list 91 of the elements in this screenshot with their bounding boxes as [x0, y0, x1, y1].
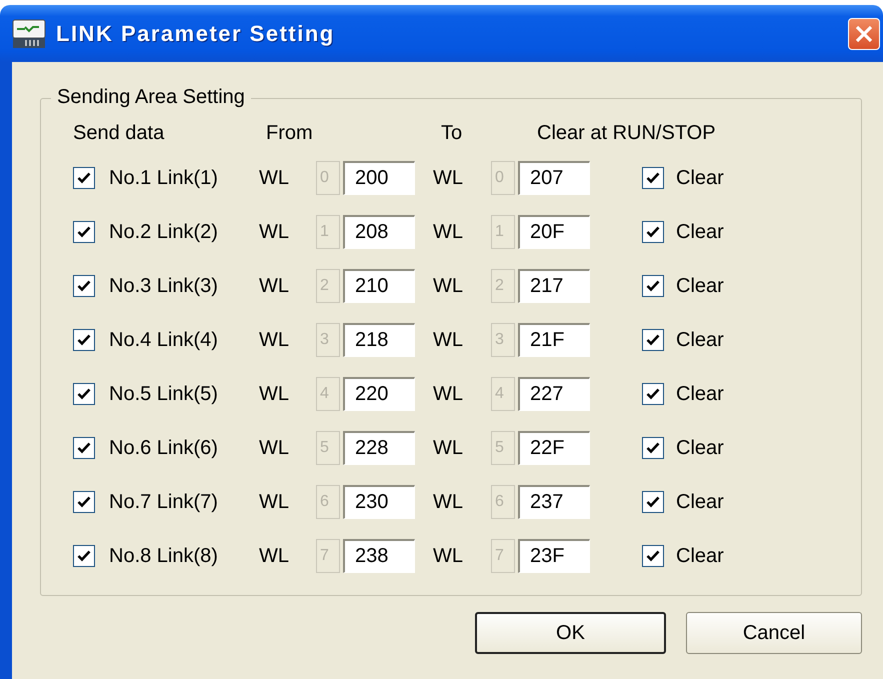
checkmark-icon	[76, 548, 92, 564]
checkbox[interactable]	[73, 545, 95, 567]
checkbox[interactable]	[642, 437, 664, 459]
address-field[interactable]: 207	[518, 161, 590, 195]
prefix-label: WL	[433, 436, 463, 460]
address-field[interactable]: 208	[343, 215, 415, 249]
group-title: Sending Area Setting	[51, 86, 251, 109]
address-field[interactable]: 217	[518, 269, 590, 303]
checkmark-icon	[76, 332, 92, 348]
checkbox-label: No.5 Link(5)	[109, 382, 218, 406]
checkbox[interactable]	[642, 491, 664, 513]
column-header: Clear at RUN/STOP	[537, 121, 716, 146]
checkbox-label: Clear	[676, 328, 724, 352]
checkbox[interactable]	[73, 491, 95, 513]
checkbox[interactable]	[642, 167, 664, 189]
prefix-label: WL	[259, 166, 289, 190]
checkmark-icon	[645, 332, 661, 348]
checkbox[interactable]	[73, 383, 95, 405]
checkbox[interactable]	[642, 329, 664, 351]
checkbox-label: Clear	[676, 220, 724, 244]
checkbox[interactable]	[73, 167, 95, 189]
prefix-label: WL	[433, 490, 463, 514]
address-field[interactable]: 220	[343, 377, 415, 411]
prefix-label: WL	[259, 220, 289, 244]
close-button[interactable]	[848, 18, 880, 50]
checkbox[interactable]	[73, 275, 95, 297]
checkbox[interactable]	[73, 437, 95, 459]
close-icon	[853, 23, 875, 45]
address-field[interactable]: 200	[343, 161, 415, 195]
checkbox-label: No.4 Link(4)	[109, 328, 218, 352]
checkmark-icon	[76, 494, 92, 510]
checkbox-label: No.6 Link(6)	[109, 436, 218, 460]
prefix-label: WL	[433, 166, 463, 190]
checkmark-icon	[645, 440, 661, 456]
checkbox-label: No.3 Link(3)	[109, 274, 218, 298]
checkbox[interactable]	[73, 221, 95, 243]
window-title: LINK Parameter Setting	[56, 20, 335, 46]
checkbox-label: No.8 Link(8)	[109, 544, 218, 568]
checkmark-icon	[645, 386, 661, 402]
checkbox[interactable]	[642, 275, 664, 297]
checkbox-label: No.2 Link(2)	[109, 220, 218, 244]
checkmark-icon	[76, 170, 92, 186]
address-field[interactable]: 227	[518, 377, 590, 411]
address-field[interactable]: 218	[343, 323, 415, 357]
prefix-label: WL	[259, 490, 289, 514]
checkbox[interactable]	[73, 329, 95, 351]
prefix-label: WL	[433, 220, 463, 244]
checkbox[interactable]	[642, 545, 664, 567]
prefix-label: WL	[433, 274, 463, 298]
address-field[interactable]: 22F	[518, 431, 590, 465]
checkmark-icon	[645, 224, 661, 240]
column-header: From	[266, 121, 313, 146]
checkbox-label: No.1 Link(1)	[109, 166, 218, 190]
checkbox-label: Clear	[676, 544, 724, 568]
checkmark-icon	[645, 170, 661, 186]
checkmark-icon	[76, 440, 92, 456]
prefix-label: WL	[259, 544, 289, 568]
checkmark-icon	[76, 224, 92, 240]
checkbox-label: Clear	[676, 274, 724, 298]
prefix-label: WL	[259, 436, 289, 460]
checkbox-label: No.7 Link(7)	[109, 490, 218, 514]
checkmark-icon	[645, 548, 661, 564]
prefix-label: WL	[433, 382, 463, 406]
app-icon	[12, 18, 46, 48]
column-header: To	[441, 121, 462, 146]
column-header: Send data	[73, 121, 164, 146]
checkbox-label: Clear	[676, 166, 724, 190]
prefix-label: WL	[259, 328, 289, 352]
address-field[interactable]: 21F	[518, 323, 590, 357]
checkbox-label: Clear	[676, 436, 724, 460]
prefix-label: WL	[433, 328, 463, 352]
cancel-button[interactable]: Cancel	[686, 612, 862, 654]
address-field[interactable]: 230	[343, 485, 415, 519]
checkmark-icon	[645, 494, 661, 510]
prefix-label: WL	[433, 544, 463, 568]
checkmark-icon	[76, 386, 92, 402]
address-field[interactable]: 237	[518, 485, 590, 519]
checkmark-icon	[76, 278, 92, 294]
checkbox-label: Clear	[676, 382, 724, 406]
address-field[interactable]: 210	[343, 269, 415, 303]
prefix-label: WL	[259, 274, 289, 298]
address-field[interactable]: 238	[343, 539, 415, 573]
address-field[interactable]: 228	[343, 431, 415, 465]
prefix-label: WL	[259, 382, 289, 406]
checkbox-label: Clear	[676, 490, 724, 514]
address-field[interactable]: 20F	[518, 215, 590, 249]
checkbox[interactable]	[642, 383, 664, 405]
checkmark-icon	[645, 278, 661, 294]
checkbox[interactable]	[642, 221, 664, 243]
ok-button[interactable]: OK	[475, 612, 666, 654]
address-field[interactable]: 23F	[518, 539, 590, 573]
